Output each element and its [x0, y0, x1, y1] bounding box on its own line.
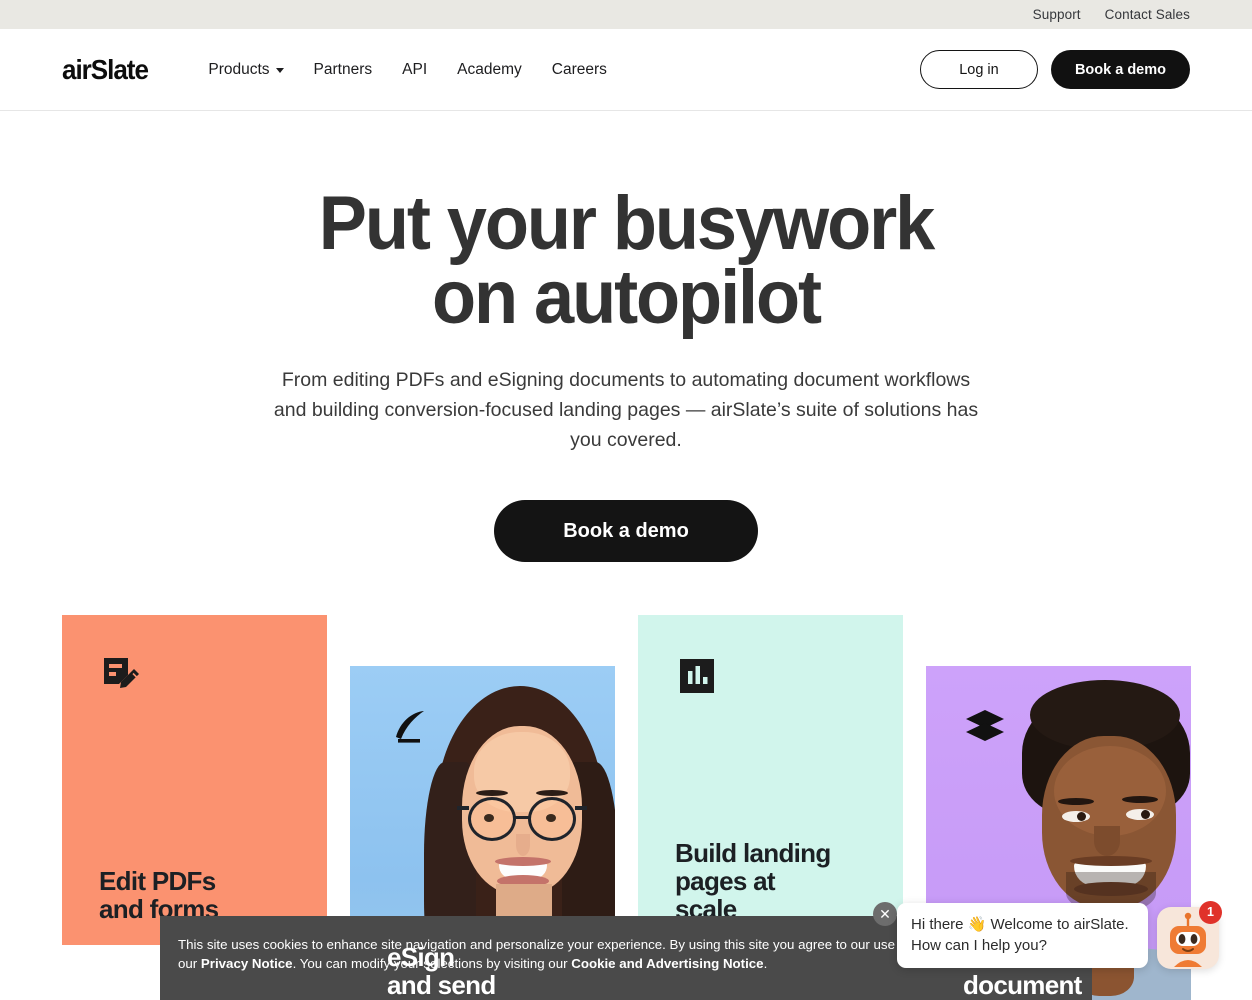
card-title: Edit PDFs and forms — [99, 866, 219, 924]
document-edit-icon — [100, 655, 142, 702]
nav-item-products[interactable]: Products — [208, 60, 284, 79]
login-button[interactable]: Log in — [919, 50, 1038, 89]
feather-pen-icon — [388, 706, 430, 753]
nav-item-api[interactable]: API — [402, 61, 427, 79]
main-nav: Products Partners API Academy Careers — [208, 61, 607, 79]
cookie-text-part-3: . — [763, 956, 768, 971]
card-edit-pdfs[interactable]: Edit PDFs and forms — [62, 615, 327, 945]
chat-unread-badge: 1 — [1199, 901, 1222, 924]
nav-item-label: Products — [208, 60, 270, 78]
chevron-down-icon — [275, 68, 284, 73]
topbar-link-support[interactable]: Support — [1033, 7, 1081, 22]
chat-message-line-1: Hi there 👋 Welcome to airSlate. — [911, 916, 1129, 933]
header-actions: Log in Book a demo — [919, 50, 1190, 89]
hero-book-demo-button[interactable]: Book a demo — [494, 500, 758, 562]
card-title: eSign and send — [387, 942, 496, 1000]
chat-message-line-2: How can I help you? — [911, 937, 1047, 954]
header-book-demo-button[interactable]: Book a demo — [1050, 50, 1190, 89]
page-root: Support Contact Sales airSlate Products … — [0, 0, 1252, 1000]
page-title: Put your busywork on autopilot — [31, 186, 1220, 336]
chat-greeting-bubble[interactable]: Hi there 👋 Welcome to airSlate. How can … — [897, 903, 1148, 968]
site-header: airSlate Products Partners API Academy C… — [0, 29, 1252, 111]
topbar-link-contact-sales[interactable]: Contact Sales — [1105, 7, 1190, 22]
nav-item-partners[interactable]: Partners — [314, 61, 373, 79]
nav-item-academy[interactable]: Academy — [457, 61, 522, 79]
privacy-notice-link[interactable]: Privacy Notice — [201, 956, 293, 971]
card-title: Build landing pages at scale — [675, 838, 831, 924]
hero-subtitle: From editing PDFs and eSigning documents… — [273, 369, 979, 451]
cookie-advertising-notice-link[interactable]: Cookie and Advertising Notice — [571, 956, 763, 971]
utility-topbar: Support Contact Sales — [0, 0, 1252, 29]
nav-item-careers[interactable]: Careers — [552, 61, 607, 79]
card-build-landing-pages[interactable]: Build landing pages at scale — [638, 615, 903, 945]
bar-chart-icon — [676, 655, 718, 702]
cookie-close-button[interactable]: ✕ — [873, 902, 897, 926]
hero-title-line-2: on autopilot — [432, 255, 822, 340]
hero-section: Put your busywork on autopilot From edit… — [0, 111, 1252, 562]
hero-title-line-1: Put your busywork — [318, 181, 935, 266]
layers-stack-icon — [964, 706, 1006, 753]
airslate-logo[interactable]: airSlate — [62, 54, 149, 86]
